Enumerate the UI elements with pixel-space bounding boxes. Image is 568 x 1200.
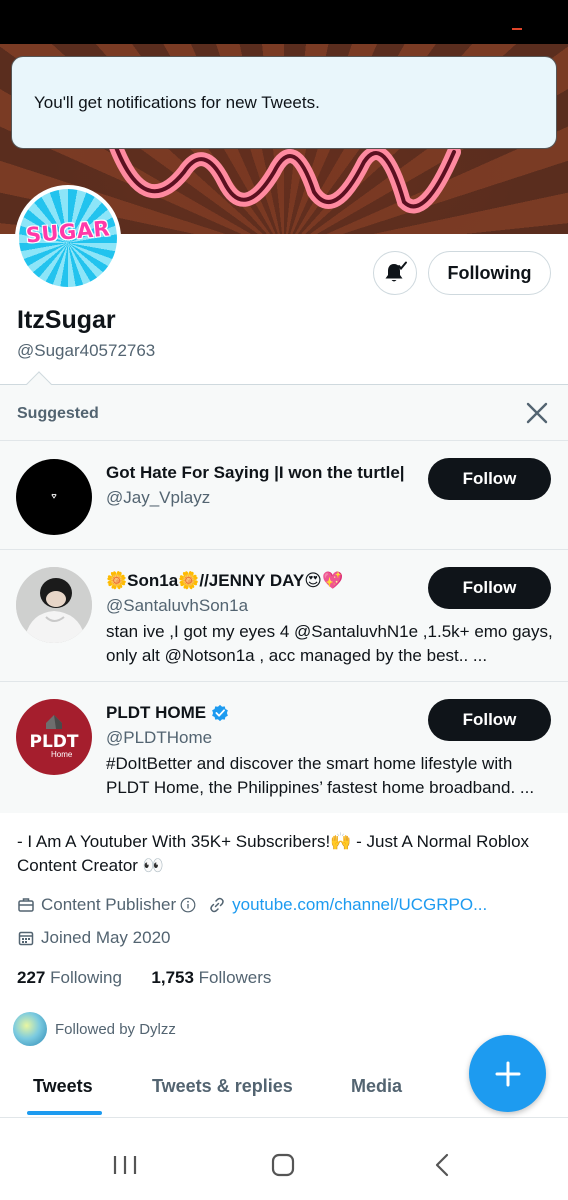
profile-bio: - I Am A Youtuber With 35K+ Subscribers!… <box>17 832 530 875</box>
tab-media[interactable]: Media <box>351 1076 402 1097</box>
followed-by-row[interactable]: Followed by Dylzz <box>13 1012 176 1046</box>
back-icon[interactable] <box>428 1150 458 1180</box>
profile-website-link[interactable]: youtube.com/channel/UCGRPO... <box>232 895 487 915</box>
pldt-logo-text: PLDT <box>29 732 79 752</box>
suggested-user-name[interactable]: 🌼Son1a🌼//JENNY DAY😍💖 <box>106 571 343 591</box>
person-photo <box>16 567 92 643</box>
suggested-user-handle: @PLDTHome <box>106 728 213 747</box>
heart-icon <box>51 493 57 499</box>
suggested-user-handle: @SantaluvhSon1a <box>106 596 249 615</box>
suggested-user-bio: #DoItBetter and discover the smart home … <box>106 754 535 797</box>
avatar-logo-text: SUGAR <box>24 216 112 248</box>
tab-tweets[interactable]: Tweets <box>33 1076 93 1097</box>
calendar-icon <box>18 931 34 946</box>
link-icon <box>210 897 224 913</box>
follower-avatar <box>13 1012 47 1046</box>
status-indicator <box>512 28 522 30</box>
home-icon[interactable] <box>268 1150 298 1180</box>
compose-tweet-button[interactable] <box>469 1035 546 1112</box>
notification-toast: You'll get notifications for new Tweets. <box>11 56 557 149</box>
suggested-avatar[interactable] <box>16 567 92 643</box>
verified-badge-icon <box>212 704 228 722</box>
followers-label: Followers <box>198 968 272 987</box>
joined-row: Joined May 2020 <box>17 928 170 948</box>
status-bar <box>0 0 568 44</box>
profile-handle: @Sugar40572763 <box>17 341 156 360</box>
info-icon[interactable] <box>180 897 196 913</box>
briefcase-icon <box>18 898 34 912</box>
suggested-avatar[interactable]: PLDT Home <box>16 699 92 775</box>
suggested-heading: Suggested <box>17 405 99 422</box>
suggested-user-row[interactable]: 🌼Son1a🌼//JENNY DAY😍💖 @SantaluvhSon1a sta… <box>0 549 568 682</box>
profile-name: ItzSugar <box>17 306 116 334</box>
profile-meta-row: Content Publisher youtube.com/channel/UC… <box>17 895 487 915</box>
pldt-logo-subtext: Home <box>51 750 73 759</box>
following-count: 227 <box>17 968 46 987</box>
following-count-link[interactable]: 227 Following <box>17 968 122 987</box>
plus-icon <box>495 1061 520 1086</box>
follow-button[interactable]: Follow <box>428 567 551 609</box>
suggested-user-row[interactable]: PLDT Home PLDT HOME @PLDTHome #DoItBette… <box>0 681 568 814</box>
suggested-user-name[interactable]: Got Hate For Saying |I won the turtle| <box>106 463 405 483</box>
notifications-bell-button[interactable] <box>373 251 417 295</box>
followers-count-link[interactable]: 1,753 Followers <box>151 968 271 987</box>
suggested-user-name[interactable]: PLDT HOME <box>106 703 206 723</box>
joined-date: Joined May 2020 <box>41 928 171 947</box>
follow-counts: 227 Following 1,753 Followers <box>17 968 271 988</box>
followers-count: 1,753 <box>151 968 194 987</box>
suggested-user-row[interactable]: Got Hate For Saying |I won the turtle| @… <box>0 440 568 550</box>
profile-avatar[interactable]: SUGAR <box>15 185 121 291</box>
suggested-avatar[interactable] <box>16 459 92 535</box>
close-icon[interactable] <box>524 400 550 426</box>
bell-check-icon <box>385 261 407 282</box>
suggested-user-handle: @Jay_Vplayz <box>106 488 211 507</box>
follow-button[interactable]: Follow <box>428 458 551 500</box>
suggested-user-name-wrap[interactable]: PLDT HOME <box>106 703 229 723</box>
suggested-user-bio: stan ive ,I got my eyes 4 @SantaluvhN1e … <box>106 622 553 665</box>
following-label: Following <box>50 968 122 987</box>
following-button[interactable]: Following <box>428 251 551 295</box>
toast-text: You'll get notifications for new Tweets. <box>34 92 320 112</box>
profile-category: Content Publisher <box>41 895 177 914</box>
tab-tweets-replies[interactable]: Tweets & replies <box>152 1076 293 1097</box>
follow-button[interactable]: Follow <box>428 699 551 741</box>
recent-apps-icon[interactable] <box>110 1150 140 1180</box>
followed-by-text: Followed by Dylzz <box>55 1020 176 1038</box>
active-tab-indicator <box>27 1111 102 1115</box>
